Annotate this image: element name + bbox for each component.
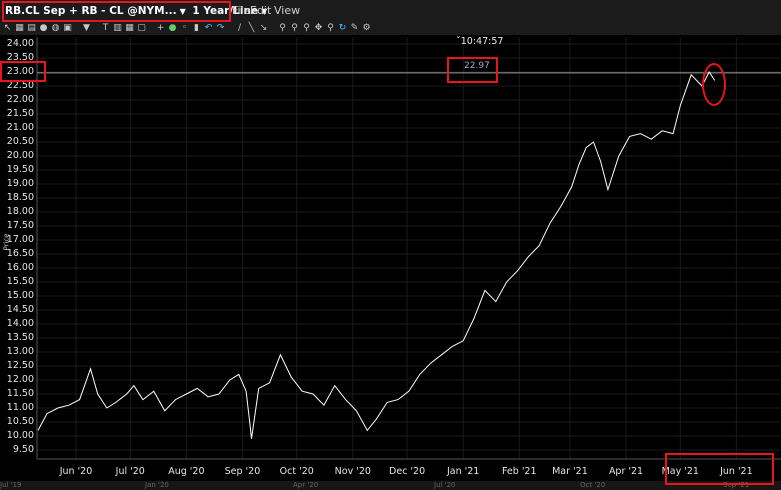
y-tick-label: 22.00 (6, 94, 34, 105)
y-tick-label: 16.50 (6, 248, 34, 259)
x-tick-label: Jun '20 (59, 466, 93, 477)
table-icon[interactable]: ▦ (125, 23, 134, 33)
y-tick-label: 10.50 (6, 416, 34, 427)
undo-icon[interactable]: ↶ (204, 23, 213, 33)
zoom-in-icon[interactable]: ⚲ (278, 23, 287, 33)
x-tick-label: Jan '21 (446, 466, 480, 477)
menu-view[interactable]: View (274, 3, 300, 19)
menu-edit[interactable]: Edit (250, 3, 271, 19)
y-tick-label: 11.00 (6, 402, 34, 413)
list-icon[interactable]: ▥ (113, 23, 122, 33)
x-tick-label: Sep '20 (224, 466, 261, 477)
dot-icon[interactable]: ● (168, 23, 177, 33)
y-tick-label: 17.00 (6, 234, 34, 245)
crosshair-time-readout: ˇ10:47:57 (456, 36, 503, 47)
navigator-label: Jul '20 (434, 481, 456, 489)
bars-icon[interactable]: ▦ (15, 23, 24, 33)
pan-icon[interactable]: ✥ (314, 23, 323, 33)
box-icon[interactable]: ▢ (137, 23, 146, 33)
zoom-fit-icon[interactable]: ⚲ (302, 23, 311, 33)
circle-icon[interactable]: ● (39, 23, 48, 33)
y-tick-label: 10.00 (6, 430, 34, 441)
text-icon[interactable]: T (101, 23, 110, 33)
arrow-icon[interactable]: ↘ (259, 23, 268, 33)
x-tick-label: Oct '20 (279, 466, 314, 477)
navigator-label: Oct '20 (580, 481, 606, 489)
y-tick-label: 20.00 (6, 150, 34, 161)
line-tool-icon[interactable]: ∕ (235, 23, 244, 33)
y-tick-label: 19.00 (6, 178, 34, 189)
y-tick-label: 17.50 (6, 220, 34, 231)
y-tick-label: 15.00 (6, 290, 34, 301)
y-tick-label: 21.50 (6, 108, 34, 119)
y-tick-label: 12.00 (6, 374, 34, 385)
refresh-icon[interactable]: ↻ (338, 23, 347, 33)
y-tick-label: 9.50 (12, 444, 34, 455)
annotation-box-price-readout (447, 57, 498, 83)
time-navigator[interactable]: Jul '19 Jan '20 Apr '20 Jul '20 Oct '20 … (0, 481, 781, 490)
grid-icon[interactable]: ▤ (27, 23, 36, 33)
x-tick-label: Mar '21 (552, 466, 588, 477)
price-chart[interactable] (0, 35, 781, 485)
price-series-line (37, 71, 716, 439)
toolbar: ↖ ▦ ▤ ● ◍ ▣ ▼ T ▥ ▦ ▢ + ● ◦ ▮ ↶ ↷ ∕ ╲ ↘ ⚲ ⚲ ⚲ ✥ ⚲ ↻ ✎ ⚙ (0, 22, 781, 35)
annotation-box-price-axis (0, 61, 46, 82)
y-tick-label: 14.00 (6, 318, 34, 329)
bold-icon[interactable]: ▮ (192, 23, 201, 33)
y-tick-label: 12.50 (6, 360, 34, 371)
navigator-label: Jul '19 (0, 481, 22, 489)
redo-icon[interactable]: ↷ (216, 23, 225, 33)
y-tick-label: 15.50 (6, 276, 34, 287)
menu-file[interactable]: File (232, 3, 250, 19)
x-tick-label: Dec '20 (389, 466, 426, 477)
slash-icon[interactable]: ╲ (247, 23, 256, 33)
annotation-box-title (2, 1, 231, 22)
x-tick-label: Aug '20 (168, 466, 205, 477)
navigator-label: Jan '20 (145, 481, 169, 489)
crosshair-time: 10:47:57 (460, 36, 504, 47)
y-tick-label: 18.50 (6, 192, 34, 203)
settings-icon[interactable]: ⚙ (362, 23, 371, 33)
y-tick-label: 21.00 (6, 122, 34, 133)
globe-icon[interactable]: ◍ (51, 23, 60, 33)
annotation-circle-last-price (702, 63, 726, 106)
x-tick-label: Jul '20 (115, 466, 145, 477)
y-tick-label: 19.50 (6, 164, 34, 175)
draw-icon[interactable]: ◦ (180, 23, 189, 33)
crosshair-icon[interactable]: + (156, 23, 165, 33)
x-tick-label: Feb '21 (501, 466, 537, 477)
navigator-label: Apr '20 (293, 481, 319, 489)
zoom-out-icon[interactable]: ⚲ (290, 23, 299, 33)
y-tick-label: 13.50 (6, 332, 34, 343)
y-tick-label: 11.50 (6, 388, 34, 399)
zoom-icon[interactable]: ⚲ (326, 23, 335, 33)
x-tick-label: Apr '21 (608, 466, 644, 477)
filter-icon[interactable]: ▼ (82, 23, 91, 33)
y-tick-label: 16.00 (6, 262, 34, 273)
y-tick-label: 20.50 (6, 136, 34, 147)
annotation-box-date-axis (665, 453, 774, 485)
y-tick-label: 13.00 (6, 346, 34, 357)
x-tick-label: Nov '20 (334, 466, 371, 477)
y-tick-label: 24.00 (6, 38, 34, 49)
window-icon[interactable]: ▣ (63, 23, 72, 33)
y-tick-label: 14.50 (6, 304, 34, 315)
y-tick-label: 18.00 (6, 206, 34, 217)
pencil-icon[interactable]: ✎ (350, 23, 359, 33)
pointer-icon[interactable]: ↖ (3, 23, 12, 33)
